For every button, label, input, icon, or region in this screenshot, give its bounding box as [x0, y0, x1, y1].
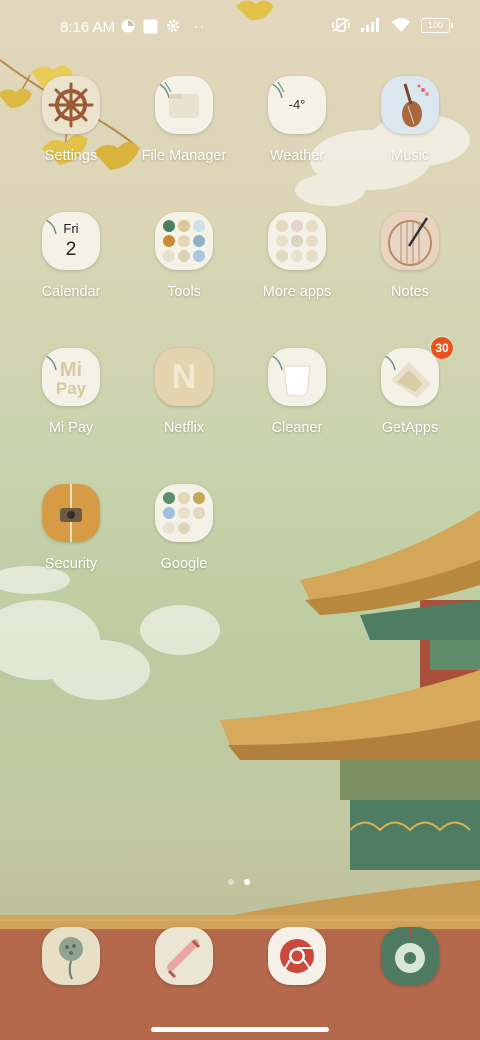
notification-badge: 30: [431, 337, 453, 359]
folder-grid-icon: [155, 484, 213, 542]
calendar-date: 2: [65, 239, 77, 260]
weather-icon: -4°: [268, 76, 326, 134]
app-label: GetApps: [381, 420, 439, 436]
app-security[interactable]: Security: [16, 484, 126, 594]
lotus-pod-icon: [42, 927, 100, 985]
trash-bin-icon: [268, 348, 326, 406]
dock-phone[interactable]: [42, 927, 100, 985]
app-label: Weather: [269, 148, 325, 164]
netflix-logo: N: [171, 358, 197, 396]
app-label: Security: [44, 556, 98, 572]
notification-square-icon: [143, 19, 158, 33]
app-label: Calendar: [41, 284, 101, 300]
brush-scroll-icon: [381, 212, 439, 270]
folder-more-apps[interactable]: More apps: [242, 212, 352, 322]
app-getapps[interactable]: 30 GetApps: [355, 337, 465, 458]
page-dot[interactable]: [228, 879, 234, 885]
netflix-icon: N: [155, 348, 213, 406]
scroll-message-icon: [155, 927, 213, 985]
folder-icon: [155, 76, 213, 134]
calendar-day: Fri: [63, 221, 79, 236]
app-label: More apps: [262, 284, 332, 300]
home-indicator[interactable]: [151, 1027, 329, 1032]
app-label: Tools: [167, 284, 201, 300]
signal-icon: [361, 18, 379, 32]
app-music[interactable]: Music: [355, 76, 465, 186]
calendar-icon: Fri 2: [42, 212, 100, 270]
app-calendar[interactable]: Fri 2 Calendar: [16, 212, 126, 322]
shield-lock-icon: [42, 484, 100, 542]
page-indicator[interactable]: [228, 879, 250, 885]
status-right-icons: 100: [331, 17, 453, 33]
folder-grid-icon: [155, 212, 213, 270]
app-label: Google: [160, 556, 208, 572]
dock-messages[interactable]: [155, 927, 213, 985]
app-cleaner[interactable]: Cleaner: [242, 348, 352, 458]
app-label: Cleaner: [271, 420, 323, 436]
mute-vibrate-icon: [332, 18, 350, 32]
ship-wheel-icon: [42, 76, 100, 134]
chrome-browser-icon: [268, 927, 326, 985]
app-label: Netflix: [163, 420, 205, 436]
app-label: Music: [391, 148, 429, 164]
page-dot-active[interactable]: [244, 879, 250, 885]
dock-camera[interactable]: [381, 927, 439, 985]
settings-gear-icon: [167, 20, 179, 32]
mi-pay-icon: Mi Pay: [42, 348, 100, 406]
app-netflix[interactable]: N Netflix: [129, 348, 239, 458]
folder-google[interactable]: Google: [129, 484, 239, 594]
jade-camera-icon: [381, 927, 439, 985]
app-label: Settings: [44, 148, 98, 164]
status-bar: 8:16 AM ·· 100: [0, 0, 480, 56]
app-label: File Manager: [141, 148, 227, 164]
folder-grid-icon: [268, 212, 326, 270]
battery-level: 100: [427, 19, 444, 30]
getapps-icon: [381, 348, 439, 406]
mi-pay-logo-bottom: Pay: [55, 379, 87, 398]
pipa-lute-icon: [381, 76, 439, 134]
weather-temp: -4°: [288, 97, 306, 112]
app-weather[interactable]: -4° Weather: [242, 76, 352, 186]
folder-tools[interactable]: Tools: [129, 212, 239, 322]
app-mi-pay[interactable]: Mi Pay Mi Pay: [16, 348, 126, 458]
app-settings[interactable]: Settings: [16, 76, 126, 186]
more-dots-icon: ··: [194, 18, 206, 34]
battery-icon: 100: [421, 17, 453, 33]
dock-chrome[interactable]: [268, 927, 326, 985]
app-label: Notes: [391, 284, 429, 300]
app-notes[interactable]: Notes: [355, 212, 465, 322]
app-label: Mi Pay: [48, 420, 94, 436]
clock-time: 8:16 AM: [60, 19, 116, 36]
status-left-icons: ··: [121, 18, 205, 34]
wifi-icon: [392, 18, 410, 32]
gallery-icon: [121, 19, 135, 33]
app-file-manager[interactable]: File Manager: [129, 76, 239, 186]
